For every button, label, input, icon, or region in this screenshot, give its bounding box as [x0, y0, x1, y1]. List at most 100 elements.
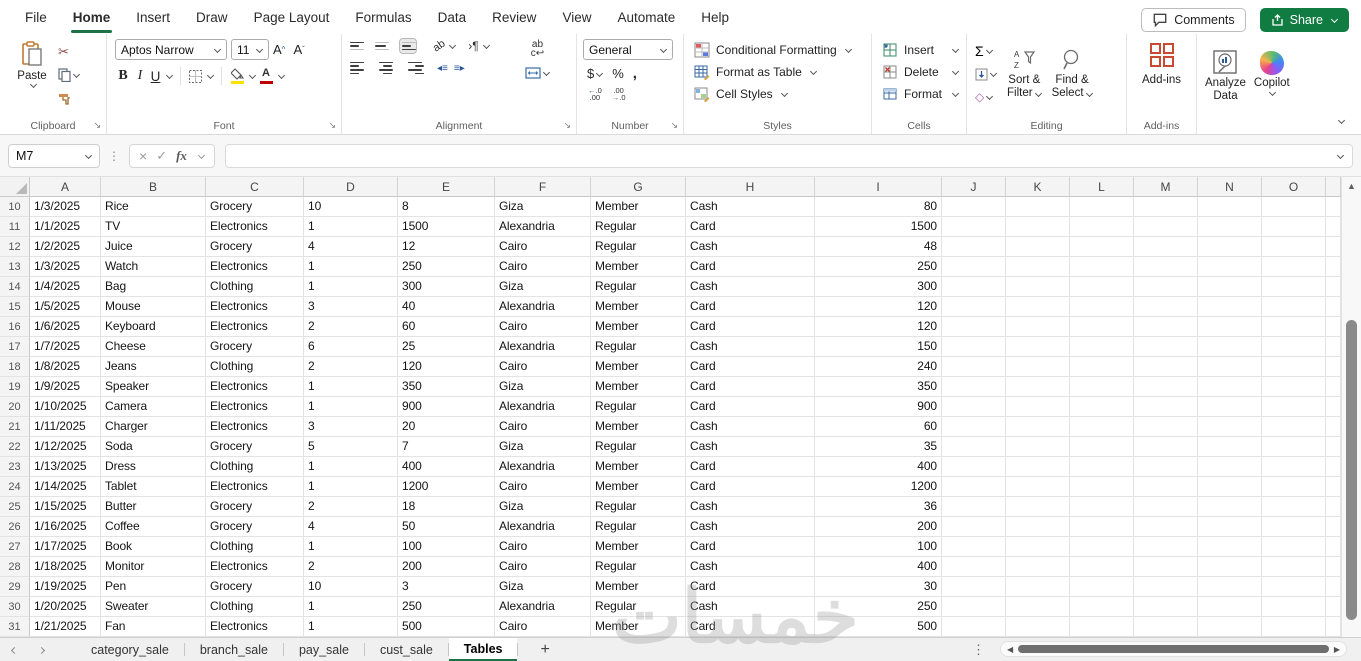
cell-styles-button[interactable]: Cell Styles — [688, 83, 867, 105]
cell-C15[interactable]: Electronics — [206, 297, 304, 317]
cell-A19[interactable]: 1/9/2025 — [30, 377, 101, 397]
cell-J16[interactable] — [942, 317, 1006, 337]
cell-M24[interactable] — [1134, 477, 1198, 497]
cell-F12[interactable]: Cairo — [495, 237, 591, 257]
cell-L25[interactable] — [1070, 497, 1134, 517]
orientation-button[interactable]: ab — [431, 38, 448, 55]
cell-D29[interactable]: 10 — [304, 577, 398, 597]
cell-A25[interactable]: 1/15/2025 — [30, 497, 101, 517]
row-header-16[interactable]: 16 — [0, 317, 30, 337]
cell-E22[interactable]: 7 — [398, 437, 495, 457]
addins-icon[interactable] — [1149, 42, 1175, 68]
row-header-27[interactable]: 27 — [0, 537, 30, 557]
cell-N11[interactable] — [1198, 217, 1262, 237]
cell-H28[interactable]: Cash — [686, 557, 815, 577]
cell-E26[interactable]: 50 — [398, 517, 495, 537]
cell-E29[interactable]: 3 — [398, 577, 495, 597]
cell-A15[interactable]: 1/5/2025 — [30, 297, 101, 317]
cell-M10[interactable] — [1134, 197, 1198, 217]
cell-A27[interactable]: 1/17/2025 — [30, 537, 101, 557]
cancel-entry-button[interactable]: × — [139, 148, 147, 164]
autosum-button[interactable]: Σ — [975, 42, 997, 60]
column-header-F[interactable]: F — [495, 177, 591, 197]
ribbon-tab-view[interactable]: View — [549, 0, 604, 34]
cell-E30[interactable]: 250 — [398, 597, 495, 617]
cell-K29[interactable] — [1006, 577, 1070, 597]
top-align-button[interactable] — [350, 39, 366, 53]
cell-x27[interactable] — [1326, 537, 1341, 557]
cell-J20[interactable] — [942, 397, 1006, 417]
cell-D25[interactable]: 2 — [304, 497, 398, 517]
cell-N21[interactable] — [1198, 417, 1262, 437]
row-header-12[interactable]: 12 — [0, 237, 30, 257]
cell-C10[interactable]: Grocery — [206, 197, 304, 217]
cell-G21[interactable]: Member — [591, 417, 686, 437]
cell-E15[interactable]: 40 — [398, 297, 495, 317]
paste-button[interactable]: Paste — [12, 39, 52, 118]
cell-I12[interactable]: 48 — [815, 237, 942, 257]
cell-L20[interactable] — [1070, 397, 1134, 417]
ribbon-tab-help[interactable]: Help — [688, 0, 742, 34]
cell-J15[interactable] — [942, 297, 1006, 317]
column-header-A[interactable]: A — [30, 177, 101, 197]
row-header-31[interactable]: 31 — [0, 617, 30, 637]
cell-E20[interactable]: 900 — [398, 397, 495, 417]
column-header-J[interactable]: J — [942, 177, 1006, 197]
cell-D26[interactable]: 4 — [304, 517, 398, 537]
cell-J11[interactable] — [942, 217, 1006, 237]
cell-H14[interactable]: Cash — [686, 277, 815, 297]
cell-N24[interactable] — [1198, 477, 1262, 497]
cell-B29[interactable]: Pen — [101, 577, 206, 597]
cell-D14[interactable]: 1 — [304, 277, 398, 297]
cell-H19[interactable]: Card — [686, 377, 815, 397]
cell-G10[interactable]: Member — [591, 197, 686, 217]
increase-font-size-button[interactable]: A ^ — [269, 42, 289, 57]
cell-H10[interactable]: Cash — [686, 197, 815, 217]
cell-N15[interactable] — [1198, 297, 1262, 317]
cell-L31[interactable] — [1070, 617, 1134, 637]
cell-M15[interactable] — [1134, 297, 1198, 317]
cell-B31[interactable]: Fan — [101, 617, 206, 637]
borders-button[interactable] — [188, 69, 203, 84]
cell-L26[interactable] — [1070, 517, 1134, 537]
cell-D28[interactable]: 2 — [304, 557, 398, 577]
cell-K25[interactable] — [1006, 497, 1070, 517]
row-header-17[interactable]: 17 — [0, 337, 30, 357]
cell-A24[interactable]: 1/14/2025 — [30, 477, 101, 497]
cell-L16[interactable] — [1070, 317, 1134, 337]
cell-M23[interactable] — [1134, 457, 1198, 477]
row-header-20[interactable]: 20 — [0, 397, 30, 417]
select-all-corner[interactable] — [0, 177, 30, 197]
cell-G14[interactable]: Regular — [591, 277, 686, 297]
cell-G19[interactable]: Member — [591, 377, 686, 397]
horizontal-scrollbar[interactable]: ◀ ▶ — [1000, 641, 1347, 657]
cell-D19[interactable]: 1 — [304, 377, 398, 397]
accounting-format-button[interactable]: $ — [587, 66, 604, 81]
cell-M12[interactable] — [1134, 237, 1198, 257]
fill-color-button[interactable] — [229, 67, 245, 85]
cell-G30[interactable]: Regular — [591, 597, 686, 617]
sheet-tab-cust_sale[interactable]: cust_sale — [365, 638, 448, 661]
cell-C31[interactable]: Electronics — [206, 617, 304, 637]
cell-E25[interactable]: 18 — [398, 497, 495, 517]
cell-M18[interactable] — [1134, 357, 1198, 377]
cell-G12[interactable]: Regular — [591, 237, 686, 257]
cell-x17[interactable] — [1326, 337, 1341, 357]
font-color-chevron-icon[interactable] — [277, 71, 286, 80]
decrease-indent-button[interactable]: ◂≡ — [437, 63, 448, 74]
cell-H30[interactable]: Cash — [686, 597, 815, 617]
cell-M14[interactable] — [1134, 277, 1198, 297]
cell-H20[interactable]: Card — [686, 397, 815, 417]
cell-F25[interactable]: Giza — [495, 497, 591, 517]
cell-E19[interactable]: 350 — [398, 377, 495, 397]
cell-M30[interactable] — [1134, 597, 1198, 617]
cell-F15[interactable]: Alexandria — [495, 297, 591, 317]
cell-I25[interactable]: 36 — [815, 497, 942, 517]
cell-F27[interactable]: Cairo — [495, 537, 591, 557]
font-color-button[interactable]: A — [258, 67, 274, 85]
cell-C25[interactable]: Grocery — [206, 497, 304, 517]
column-header-D[interactable]: D — [304, 177, 398, 197]
cell-I27[interactable]: 100 — [815, 537, 942, 557]
cell-B18[interactable]: Jeans — [101, 357, 206, 377]
column-header-K[interactable]: K — [1006, 177, 1070, 197]
